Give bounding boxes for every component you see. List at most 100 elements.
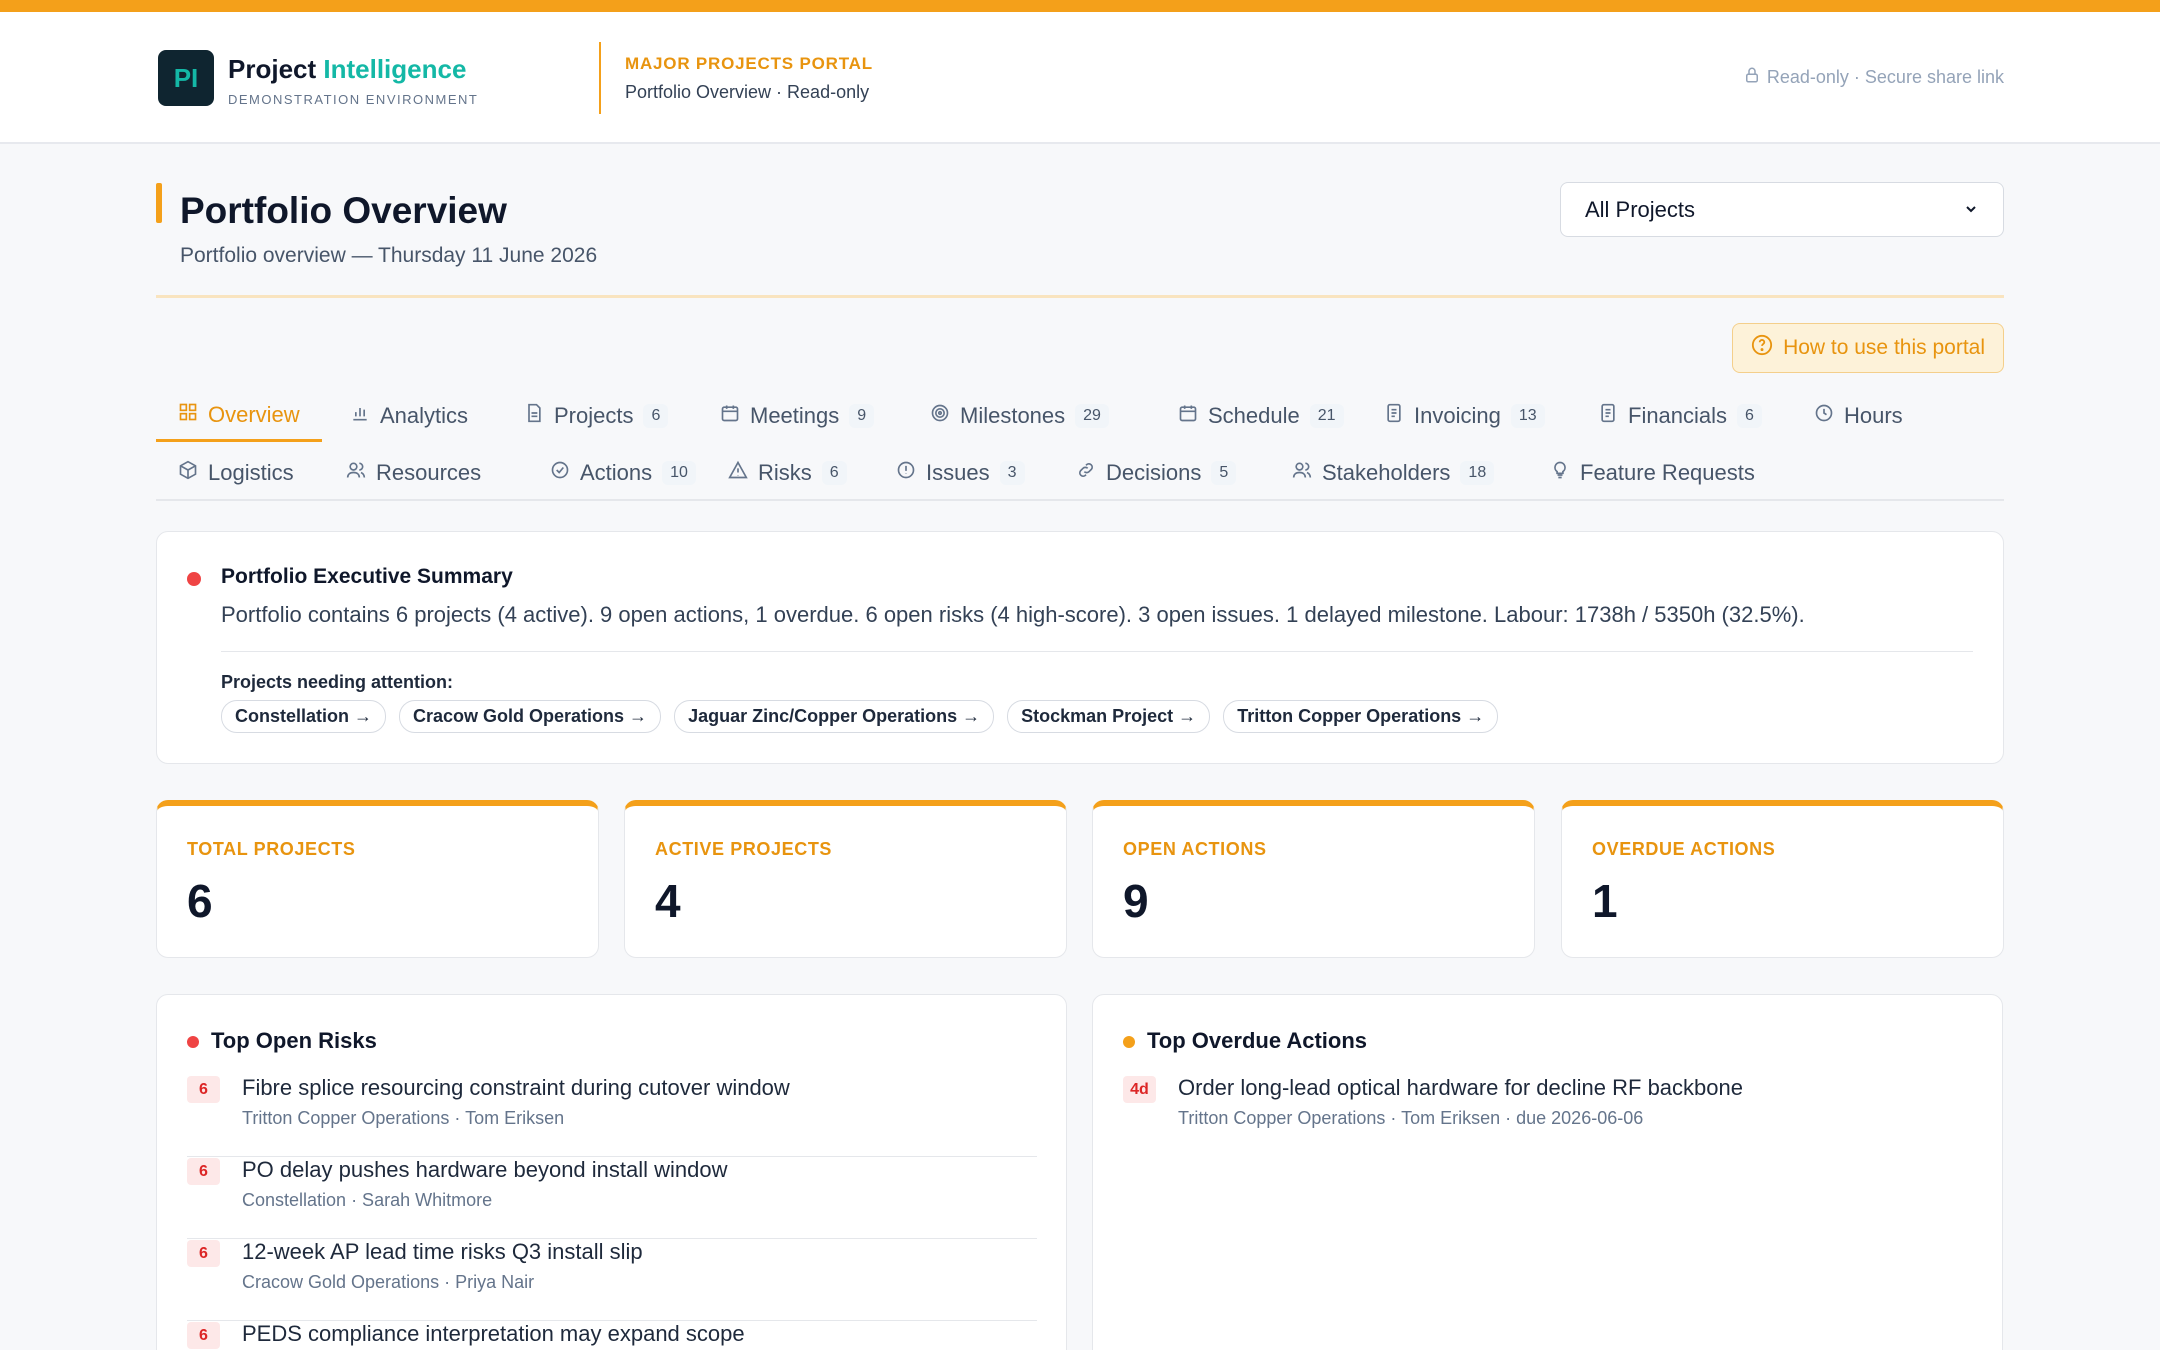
tab-label: Overview [208,401,300,427]
attention-project-chip[interactable]: Cracow Gold Operations → [399,700,662,733]
chevron-down-icon [1963,197,1979,223]
help-button[interactable]: How to use this portal [1732,323,2004,373]
panel-title: Top Overdue Actions [1147,1028,1368,1053]
tab-projects[interactable]: Projects 6 [502,390,690,442]
help-label: How to use this portal [1783,336,1985,359]
tab-label: Resources [376,460,482,485]
risk-list: 6 Fibre splice resourcing constraint dur… [187,1075,1037,1350]
receipt-icon [1598,403,1618,429]
attention-project-chip[interactable]: Tritton Copper Operations → [1223,700,1499,733]
tab-label: Schedule [1208,403,1300,428]
tab-resources[interactable]: Resources [324,447,503,499]
risk-title: PEDS compliance interpretation may expan… [242,1321,745,1346]
tab-count: 13 [1510,404,1545,428]
tab-count: 6 [643,404,669,428]
receipt-icon [1384,403,1404,429]
tab-decisions[interactable]: Decisions 5 [1054,447,1258,499]
panel-title: Top Open Risks [211,1028,377,1053]
risk-row[interactable]: 6 12-week AP lead time risks Q3 install … [187,1239,1037,1321]
tab-stakeholders[interactable]: Stakeholders 18 [1270,447,1516,499]
summary-text: Portfolio contains 6 projects (4 active)… [221,602,1805,627]
risk-meta: Cracow Gold Operations · Priya Nair [242,1272,535,1292]
tab-label: Feature Requests [1580,460,1755,485]
help-icon [1751,334,1773,362]
risk-score-badge: 6 [187,1158,220,1185]
action-row[interactable]: 4d Order long-lead optical hardware for … [1123,1075,1973,1157]
tab-label: Meetings [750,403,840,428]
share-text: Read-only · Secure share link [1766,67,2004,87]
warning-icon [728,460,748,486]
risk-row[interactable]: 6 PEDS compliance interpretation may exp… [187,1321,1037,1350]
days-overdue-badge: 4d [1123,1076,1156,1103]
lock-icon [1743,66,1761,89]
tab-financials[interactable]: Financials 6 [1576,390,1784,442]
document-icon [524,403,544,429]
tab-schedule[interactable]: Schedule 21 [1156,390,1366,442]
kpi-overdue-actions: OVERDUE ACTIONS 1 [1561,800,2004,958]
executive-summary-card: Portfolio Executive Summary Portfolio co… [156,531,2004,764]
tab-meetings[interactable]: Meetings 9 [698,390,896,442]
tab-issues[interactable]: Issues 3 [874,447,1047,499]
top-accent-bar [0,0,2160,12]
kpi-label: ACTIVE PROJECTS [655,839,833,859]
tab-label: Stakeholders [1322,460,1451,485]
tab-count: 29 [1075,404,1109,428]
tab-count: 10 [662,461,696,485]
logo[interactable]: PI [158,50,214,106]
risk-score-badge: 6 [187,1076,220,1103]
tab-count: 18 [1460,461,1495,485]
tab-risks[interactable]: Risks 6 [706,447,869,499]
tab-count: 6 [1737,404,1762,428]
tab-overview[interactable]: Overview [156,390,322,442]
risk-score-badge: 6 [187,1322,220,1349]
tab-label: Risks [758,460,812,485]
brand-subtitle: DEMONSTRATION ENVIRONMENT [228,92,479,107]
kpi-label: OVERDUE ACTIONS [1592,839,1776,859]
risk-row[interactable]: 6 Fibre splice resourcing constraint dur… [187,1075,1037,1157]
tab-label: Projects [554,403,634,428]
link-icon [1076,460,1096,486]
kpi-open-actions: OPEN ACTIONS 9 [1092,800,1535,958]
project-filter-select[interactable]: All Projects [1560,182,2004,237]
tab-actions[interactable]: Actions 10 [528,447,718,499]
tab-feature-requests[interactable]: Feature Requests [1528,447,1777,499]
top-overdue-actions-panel: Top Overdue Actions 4d Order long-lead o… [1092,994,2003,1350]
kpi-value: 6 [187,875,213,927]
clock-icon [1814,403,1834,429]
tab-label: Invoicing [1414,403,1501,428]
attention-label: Projects needing attention: [221,672,454,692]
tab-count: 5 [1211,461,1237,485]
tab-logistics[interactable]: Logistics [156,447,316,499]
share-status: Read-only · Secure share link [1743,66,2004,89]
brand-name[interactable]: Project Intelligence [228,54,466,85]
app-header: PI Project Intelligence DEMONSTRATION EN… [0,12,2160,144]
tab-label: Actions [580,460,653,485]
tab-label: Hours [1844,403,1903,428]
tab-milestones[interactable]: Milestones 29 [908,390,1131,442]
users-icon [346,460,366,486]
risk-title: 12-week AP lead time risks Q3 install sl… [242,1239,643,1264]
tab-label: Analytics [380,403,469,428]
tab-analytics[interactable]: Analytics [328,390,490,442]
tab-count: 3 [999,461,1025,485]
kpi-value: 4 [655,875,681,927]
tab-invoicing[interactable]: Invoicing 13 [1362,390,1567,442]
title-divider [156,295,2004,298]
tab-bar: Overview Analytics Projects 6 Meetings 9… [156,390,2004,501]
risk-row[interactable]: 6 PO delay pushes hardware beyond instal… [187,1157,1037,1239]
attention-project-chip[interactable]: Jaguar Zinc/Copper Operations → [674,700,995,733]
bar-chart-icon [350,403,370,429]
tab-count: 9 [849,404,875,428]
attention-project-chip[interactable]: Constellation → [221,700,387,733]
kpi-value: 1 [1592,875,1618,927]
page-subtitle: Portfolio overview — Thursday 11 June 20… [180,244,598,267]
target-icon [930,403,950,429]
risk-title: PO delay pushes hardware beyond install … [242,1157,728,1182]
tab-label: Financials [1628,403,1728,428]
risk-meta: Tritton Copper Operations · Tom Eriksen [242,1108,565,1128]
tab-hours[interactable]: Hours [1792,390,1925,442]
attention-project-chip[interactable]: Stockman Project → [1007,700,1211,733]
kpi-total-projects: TOTAL PROJECTS 6 [156,800,599,958]
status-dot [187,1036,199,1048]
risk-score-badge: 6 [187,1240,220,1267]
